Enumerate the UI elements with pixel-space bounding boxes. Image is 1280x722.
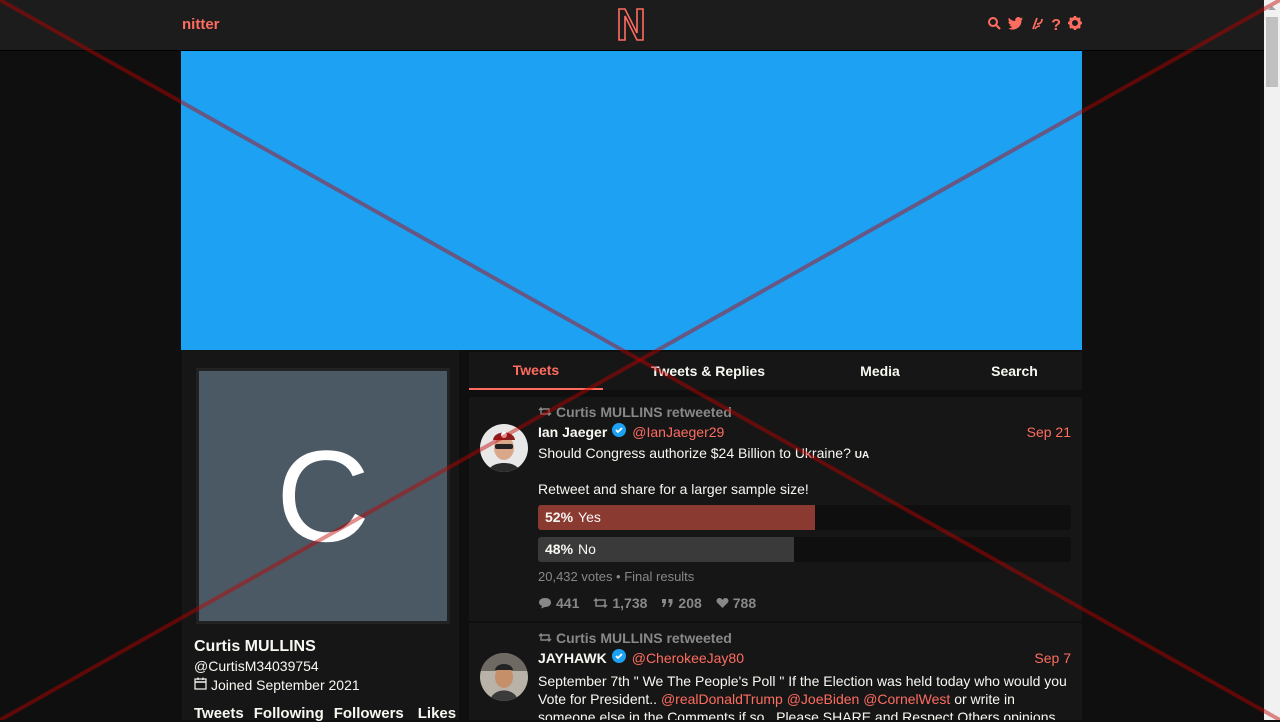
like-stat[interactable]: 788 [716,595,756,611]
verified-icon [611,649,626,666]
search-icon[interactable] [988,16,1001,35]
stat-following[interactable]: Following [254,705,324,722]
tweet-text-line: Vote for President.. @realDonaldTrump @J… [538,690,1071,708]
settings-icon[interactable] [1068,16,1082,35]
quote-count: 208 [678,595,702,611]
twitter-icon[interactable] [1008,16,1024,35]
navbar: nitter ? [0,0,1264,51]
poll-percent-no: 48% [545,541,574,557]
tweet-item[interactable]: Curtis MULLINS retweeted Ian Jaeger @Ian… [469,397,1082,622]
retweet-icon [538,630,552,646]
tweet-header: JAYHAWK @CherokeeJay80 Sep 7 [538,649,1071,666]
tweet-text-2: Retweet and share for a larger sample si… [538,481,809,497]
nav-icons: ? [988,16,1082,35]
quote-stat[interactable]: 208 [661,595,702,611]
brand-link[interactable]: nitter [182,16,220,33]
tweet-text: September 7th " We The People's Poll " I… [538,672,1071,721]
retweet-header: Curtis MULLINS retweeted [538,404,732,420]
stat-likes[interactable]: Likes [418,705,456,722]
profile-fullname[interactable]: Curtis MULLINS [194,638,316,656]
scrollbar[interactable] [1264,0,1280,720]
comment-icon [539,598,551,609]
tab-search[interactable]: Search [947,352,1082,390]
nitter-logo-icon[interactable] [617,7,645,46]
mention-link[interactable]: @CornelWest [863,691,950,707]
tweet-date[interactable]: Sep 21 [1027,424,1071,440]
tweet-fullname[interactable]: JAYHAWK [538,650,607,666]
stat-followers[interactable]: Followers [334,705,404,722]
scrollbar-thumb[interactable] [1266,17,1278,87]
help-icon[interactable]: ? [1051,17,1061,35]
poll-option-yes-label: 52% Yes [545,509,601,525]
poll-percent-yes: 52% [545,509,574,525]
ua-flag-icon: UA [854,450,870,461]
heart-icon [716,598,729,608]
retweet-count-icon [593,597,608,609]
tab-tweets-replies[interactable]: Tweets & Replies [603,352,813,390]
retweet-icon [538,404,552,420]
poll-option-yes: 52% Yes [538,505,1071,530]
retweet-stat[interactable]: 1,738 [593,595,647,611]
quote-icon [662,599,673,607]
mention-link[interactable]: @realDonaldTrump [661,691,783,707]
tweet-text-fragment: or write in [954,691,1015,707]
tweet-stats: 441 1,738 208 788 [538,595,756,611]
tweet-username[interactable]: @IanJaeger29 [632,424,724,440]
tweet-item[interactable]: Curtis MULLINS retweeted JAYHAWK @Cherok… [469,623,1082,721]
avatar-letter: C [276,423,370,569]
tweet-date[interactable]: Sep 7 [1034,650,1071,666]
tweet-username[interactable]: @CherokeeJay80 [632,650,744,666]
poll-label-no: No [578,541,596,557]
tweet-fullname[interactable]: Ian Jaeger [538,424,607,440]
like-count: 788 [732,595,757,611]
joindate-text: Joined September 2021 [211,677,360,693]
scroll-up-arrow-icon[interactable] [1264,0,1280,16]
profile-stats: Tweets Following Followers Likes [194,705,456,722]
timeline-tabs: Tweets Tweets & Replies Media Search [469,352,1082,390]
retweet-header-text[interactable]: Curtis MULLINS retweeted [556,404,732,420]
tweet-avatar[interactable] [480,424,528,472]
verified-icon [612,423,627,440]
poll-info: 20,432 votes • Final results [538,569,695,584]
calendar-icon [194,677,207,693]
retweet-header: Curtis MULLINS retweeted [538,630,732,646]
poll-option-no-label: 48% No [545,541,596,557]
reply-count: 441 [556,595,580,611]
tweet-text-line: Should Congress authorize $24 Billion to… [538,445,851,461]
profile-joindate: Joined September 2021 [194,677,360,693]
tweet-text-line: September 7th " We The People's Poll " I… [538,673,1067,689]
profile-username[interactable]: @CurtisM34039754 [194,658,319,674]
tweet-header: Ian Jaeger @IanJaeger29 Sep 21 [538,423,1071,440]
tweet-avatar[interactable] [480,653,528,701]
stat-tweets[interactable]: Tweets [194,705,244,722]
tab-media[interactable]: Media [813,352,947,390]
tweet-text: Should Congress authorize $24 Billion to… [538,444,1071,465]
reply-stat[interactable]: 441 [538,595,579,611]
tab-tweets[interactable]: Tweets [469,352,603,390]
poll-option-no: 48% No [538,537,1071,562]
retweet-header-text[interactable]: Curtis MULLINS retweeted [556,630,732,646]
mention-link[interactable]: @JoeBiden [787,691,860,707]
profile-avatar[interactable]: C [196,368,450,624]
tweet-text-line: someone else in the Comments if so . Ple… [538,709,1056,721]
poll-label-yes: Yes [578,509,601,525]
rss-icon[interactable] [1030,16,1044,35]
retweet-count: 1,738 [612,595,648,611]
profile-banner[interactable] [181,51,1082,350]
tweet-text-fragment: Vote for President.. [538,691,658,707]
